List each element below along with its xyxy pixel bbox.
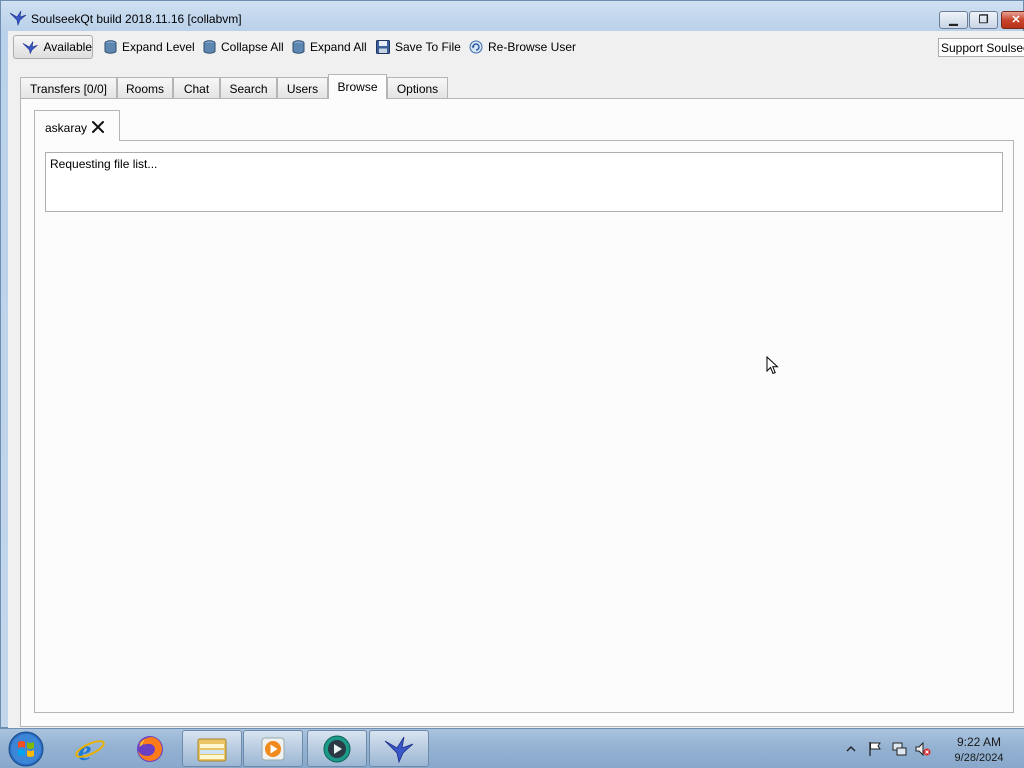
maximize-button[interactable]: ❐ (969, 11, 998, 29)
restore-icon: ❐ (978, 14, 989, 26)
soulseek-bird-icon (22, 40, 38, 54)
collapse-all-label: Collapse All (221, 40, 284, 54)
play-circle-icon (323, 735, 351, 762)
available-status-button[interactable]: Available (13, 35, 93, 59)
minimize-icon: ▁ (949, 14, 958, 26)
tab-chat[interactable]: Chat (173, 77, 220, 98)
expand-level-label: Expand Level (122, 40, 195, 54)
close-icon: ✕ (1011, 14, 1021, 26)
mouse-cursor-icon (766, 356, 779, 375)
collapse-all-button[interactable]: Collapse All (203, 36, 284, 58)
taskbar-soulseekqt[interactable] (369, 730, 429, 767)
taskbar-collabvm-client[interactable] (307, 730, 367, 767)
save-to-file-button[interactable]: Save To File (376, 36, 461, 58)
firefox-icon (137, 735, 163, 762)
taskbar-clock[interactable]: 9:22 AM 9/28/2024 (943, 734, 1015, 766)
close-button[interactable]: ✕ (1001, 11, 1024, 29)
taskbar-internet-explorer[interactable]: e (60, 730, 120, 767)
tab-options[interactable]: Options (387, 77, 448, 98)
tab-search[interactable]: Search (220, 77, 277, 98)
taskbar: e 9:22 AM 9/28/2024 (0, 728, 1024, 768)
file-list-status: Requesting file list... (45, 152, 1003, 212)
action-center-flag-icon[interactable] (867, 741, 883, 757)
tab-users[interactable]: Users (277, 77, 328, 98)
folder-icon (197, 738, 227, 761)
database-icon (104, 40, 117, 54)
internet-explorer-icon: e (75, 734, 105, 764)
tab-transfers[interactable]: Transfers [0/0] (20, 77, 117, 98)
clock-date: 9/28/2024 (954, 752, 1004, 764)
expand-all-label: Expand All (310, 40, 367, 54)
browse-panel: askaray Requesting file list... (20, 98, 1024, 727)
tab-browse[interactable]: Browse (328, 74, 387, 99)
window-title: SoulseekQt build 2018.11.16 [collabvm] (31, 12, 242, 26)
browse-user-tab-label: askaray (45, 121, 88, 135)
support-soulseek-button[interactable]: Support Soulseek (938, 38, 1024, 57)
title-bar[interactable]: SoulseekQt build 2018.11.16 [collabvm] ▁… (1, 1, 1024, 31)
taskbar-file-explorer[interactable] (182, 730, 242, 767)
media-player-icon (261, 737, 285, 760)
close-tab-icon[interactable] (91, 120, 105, 134)
system-tray: 9:22 AM 9/28/2024 (843, 729, 1024, 768)
client-area: Available Expand Level Collapse All Expa… (8, 31, 1024, 728)
expand-all-button[interactable]: Expand All (292, 36, 367, 58)
clock-time: 9:22 AM (956, 735, 1002, 749)
app-window: SoulseekQt build 2018.11.16 [collabvm] ▁… (0, 0, 1024, 728)
taskbar-firefox[interactable] (120, 730, 180, 767)
show-hidden-icons-chevron-icon[interactable] (845, 741, 857, 757)
rebrowse-user-label: Re-Browse User (488, 40, 577, 54)
database-icon (292, 40, 305, 54)
browse-user-tab[interactable]: askaray (34, 110, 120, 141)
tab-rooms[interactable]: Rooms (117, 77, 173, 98)
windows-start-icon[interactable] (6, 731, 46, 767)
browse-content: Requesting file list... (34, 140, 1014, 713)
expand-level-button[interactable]: Expand Level (104, 36, 195, 58)
available-label: Available (43, 40, 92, 54)
toolbar: Available Expand Level Collapse All Expa… (8, 31, 1024, 63)
save-to-file-label: Save To File (395, 40, 461, 54)
refresh-icon (469, 40, 483, 54)
soulseek-bird-icon (9, 10, 27, 26)
floppy-disk-icon (376, 40, 390, 54)
minimize-button[interactable]: ▁ (939, 11, 968, 29)
volume-muted-icon[interactable] (915, 741, 931, 757)
soulseek-bird-icon (384, 736, 414, 763)
taskbar-media-player[interactable] (243, 730, 303, 767)
network-icon[interactable] (891, 741, 907, 757)
rebrowse-user-button[interactable]: Re-Browse User (469, 36, 576, 58)
database-icon (203, 40, 216, 54)
